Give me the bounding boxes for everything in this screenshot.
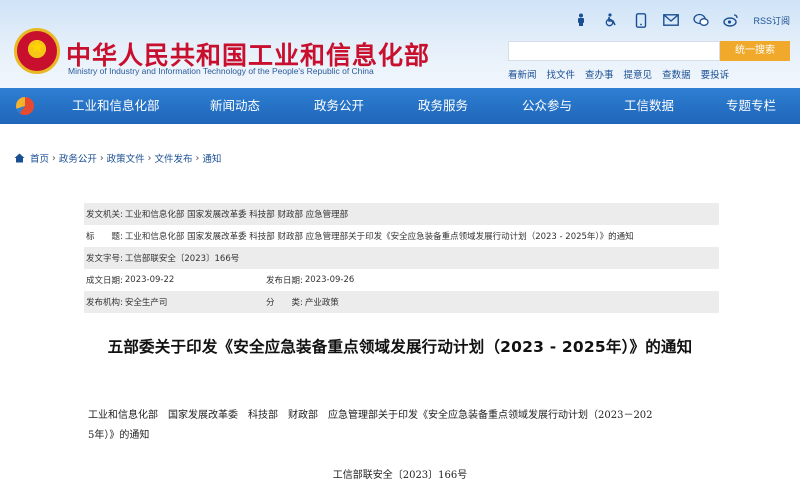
nav-item-participation[interactable]: 公众参与 bbox=[522, 88, 624, 124]
body-line: 5年）》的通知 bbox=[88, 430, 150, 441]
nav-item-data[interactable]: 工信数据 bbox=[624, 88, 726, 124]
org-value: 安全生产司 bbox=[124, 298, 168, 308]
breadcrumb-open-gov[interactable]: 政务公开 bbox=[59, 151, 97, 165]
body-line: 工业和信息化部 国家发展改革委 科技部 财政部 应急管理部关于印发《安全应急装备… bbox=[88, 410, 653, 421]
breadcrumb-separator: › bbox=[99, 152, 104, 164]
issuer-value: 工业和信息化部 国家发展改革委 科技部 财政部 应急管理部 bbox=[124, 210, 349, 220]
nav-item-news[interactable]: 新闻动态 bbox=[210, 88, 314, 124]
info-row-org: 发布机构: 安全生产司 分 类: 产业政策 bbox=[84, 291, 719, 313]
breadcrumb-policy[interactable]: 政策文件 bbox=[107, 151, 145, 165]
breadcrumb-separator: › bbox=[195, 152, 200, 164]
document-info-table: 发文机关: 工业和信息化部 国家发展改革委 科技部 财政部 应急管理部 标 题:… bbox=[84, 203, 719, 313]
wheelchair-icon[interactable] bbox=[603, 12, 619, 28]
mail-icon[interactable] bbox=[663, 12, 680, 28]
accessibility-icon[interactable] bbox=[573, 12, 589, 28]
document-heading: 五部委关于印发《安全应急装备重点领域发展行动计划（2023 - 2025年）》的… bbox=[107, 338, 693, 356]
breadcrumb-publish[interactable]: 文件发布 bbox=[154, 151, 192, 165]
breadcrumb-notice[interactable]: 通知 bbox=[202, 151, 221, 165]
info-row-dates: 成文日期: 2023-09-22 发布日期: 2023-09-26 bbox=[84, 269, 719, 291]
breadcrumb-separator: › bbox=[52, 152, 56, 164]
docno-label: 发文字号: bbox=[86, 254, 123, 264]
quick-link-complaint[interactable]: 要投诉 bbox=[701, 67, 730, 81]
site-subtitle: Ministry of Industry and Information Tec… bbox=[68, 66, 374, 76]
site-header: ★ 中华人民共和国工业和信息化部 Ministry of Industry an… bbox=[0, 0, 800, 88]
quick-link-services[interactable]: 查办事 bbox=[585, 67, 614, 81]
nav-item-topics[interactable]: 专题专栏 bbox=[726, 88, 782, 124]
nav-item-miit[interactable]: 工业和信息化部 bbox=[72, 88, 210, 124]
mobile-icon[interactable] bbox=[633, 12, 649, 28]
document-body: 工业和信息化部 国家发展改革委 科技部 财政部 应急管理部关于印发《安全应急装备… bbox=[88, 406, 718, 446]
info-row-docno: 发文字号: 工信部联安全〔2023〕166号 bbox=[84, 247, 719, 269]
document-number: 工信部联安全〔2023〕166号 bbox=[332, 470, 468, 481]
org-label: 发布机构: bbox=[86, 298, 123, 308]
published-value: 2023-09-26 bbox=[304, 275, 355, 285]
info-row-title: 标 题: 工业和信息化部 国家发展改革委 科技部 财政部 应急管理部关于印发《安… bbox=[84, 225, 719, 247]
title-label: 标 题: bbox=[86, 232, 123, 242]
quick-link-files[interactable]: 找文件 bbox=[547, 67, 576, 81]
docno-value: 工信部联安全〔2023〕166号 bbox=[124, 254, 240, 264]
nav-item-open-gov[interactable]: 政务公开 bbox=[314, 88, 418, 124]
quick-link-feedback[interactable]: 提意见 bbox=[624, 67, 653, 81]
top-toolbar: RSS订阅 bbox=[573, 10, 790, 30]
wechat-icon[interactable] bbox=[693, 12, 710, 28]
quick-links: 看新闻 找文件 查办事 提意见 查数据 要投诉 bbox=[508, 67, 729, 81]
breadcrumb: 首页 › 政务公开 › 政策文件 › 文件发布 › 通知 bbox=[14, 151, 221, 165]
weibo-icon[interactable] bbox=[723, 12, 739, 28]
created-label: 成文日期: bbox=[86, 276, 123, 286]
created-value: 2023-09-22 bbox=[124, 275, 175, 285]
category-label: 分 类: bbox=[266, 298, 303, 308]
search-input[interactable] bbox=[508, 41, 720, 61]
nav-logo-icon[interactable] bbox=[16, 97, 34, 115]
rss-link[interactable]: RSS订阅 bbox=[753, 14, 790, 27]
issuer-label: 发文机关: bbox=[86, 210, 123, 220]
nav-item-services[interactable]: 政务服务 bbox=[418, 88, 522, 124]
info-row-issuer: 发文机关: 工业和信息化部 国家发展改革委 科技部 财政部 应急管理部 bbox=[84, 203, 719, 225]
search-button[interactable]: 统一搜索 bbox=[720, 41, 790, 61]
home-icon[interactable] bbox=[14, 153, 25, 163]
title-value: 工业和信息化部 国家发展改革委 科技部 财政部 应急管理部关于印发《安全应急装备… bbox=[124, 232, 634, 242]
quick-link-news[interactable]: 看新闻 bbox=[508, 67, 537, 81]
published-label: 发布日期: bbox=[266, 276, 303, 286]
main-nav: 工业和信息化部 新闻动态 政务公开 政务服务 公众参与 工信数据 专题专栏 bbox=[0, 88, 800, 124]
national-emblem-logo[interactable]: ★ bbox=[14, 28, 60, 74]
breadcrumb-separator: › bbox=[147, 152, 152, 164]
quick-link-data[interactable]: 查数据 bbox=[662, 67, 691, 81]
breadcrumb-home[interactable]: 首页 bbox=[30, 151, 49, 165]
category-value: 产业政策 bbox=[304, 298, 339, 308]
